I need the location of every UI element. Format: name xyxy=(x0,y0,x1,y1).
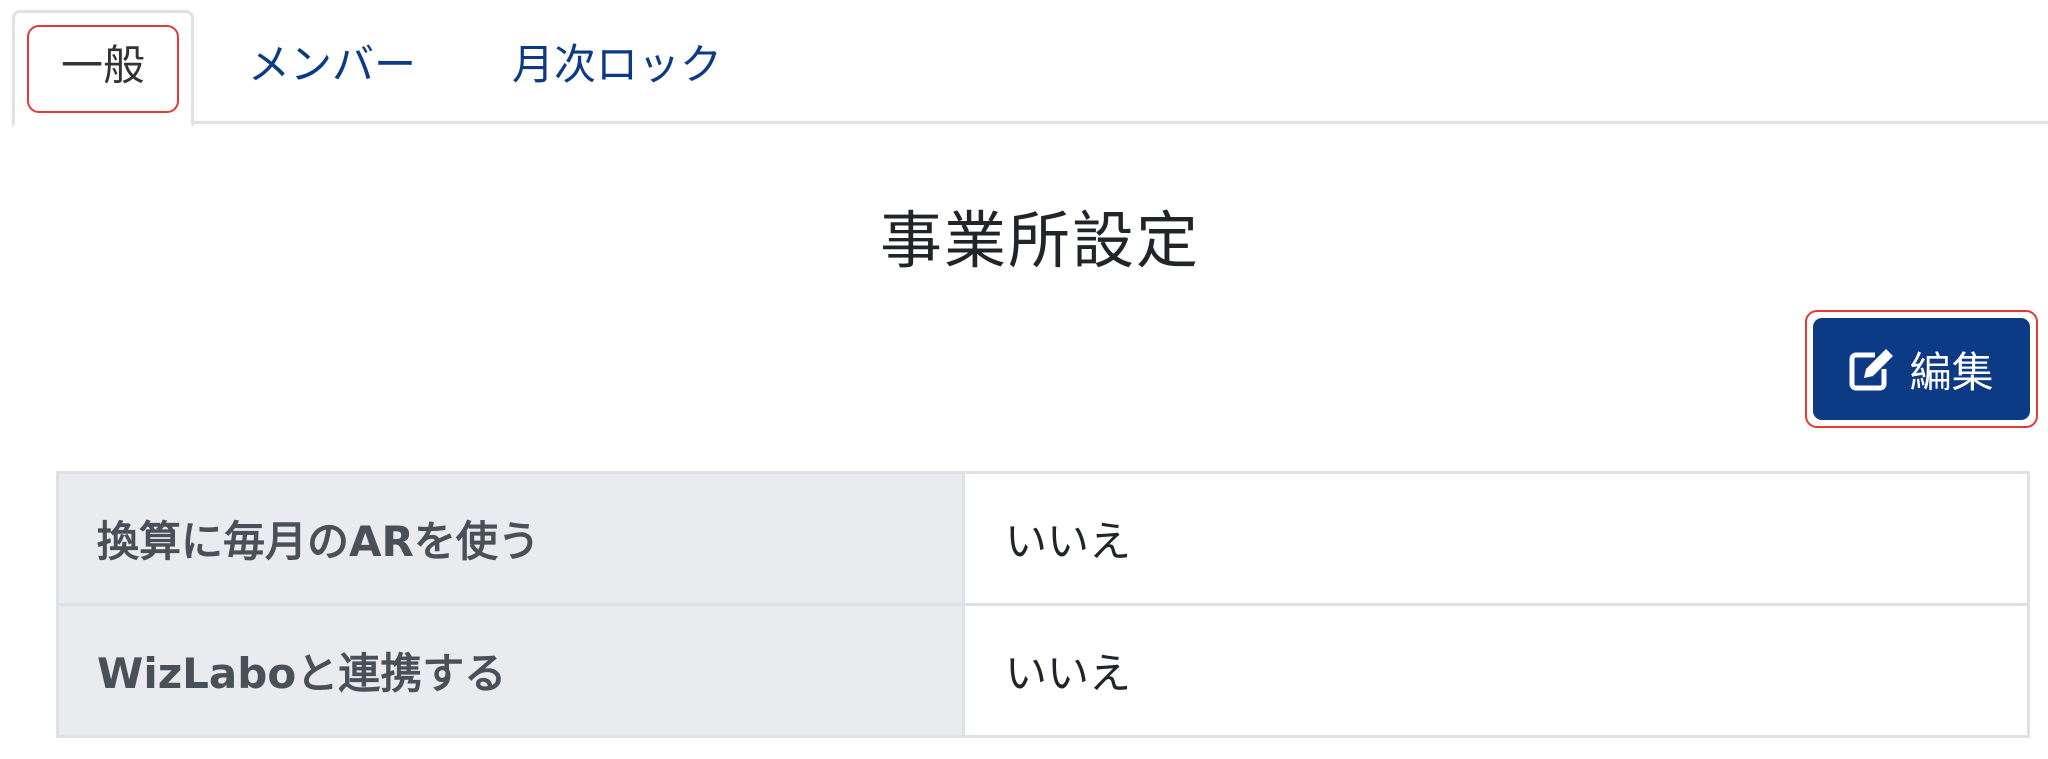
tab-general[interactable]: 一般 xyxy=(12,10,194,127)
tab-label: メンバー xyxy=(247,39,416,89)
setting-label: WizLaboと連携する xyxy=(56,603,965,738)
settings-table: 換算に毎月のARを使う いいえ WizLaboと連携する いいえ xyxy=(56,471,2030,738)
setting-value: いいえ xyxy=(962,471,2030,606)
table-row: WizLaboと連携する いいえ xyxy=(56,603,2030,738)
setting-value: いいえ xyxy=(962,603,2030,738)
edit-button-label: 編集 xyxy=(1909,347,1994,397)
tab-monthly-lock[interactable]: 月次ロック xyxy=(487,10,747,124)
tab-label: 一般 xyxy=(60,41,145,90)
page-title: 事業所設定 xyxy=(879,204,1200,277)
table-row: 換算に毎月のARを使う いいえ xyxy=(56,471,2030,606)
tab-label: 月次ロック xyxy=(511,39,722,89)
edit-icon xyxy=(1849,349,1894,391)
tab-members[interactable]: メンバー xyxy=(232,10,432,124)
edit-button-focus-ring: 編集 xyxy=(1805,310,2038,428)
edit-button[interactable]: 編集 xyxy=(1813,318,2030,420)
tab-bar: 一般 メンバー 月次ロック xyxy=(12,0,2048,127)
setting-label: 換算に毎月のARを使う xyxy=(56,471,965,606)
